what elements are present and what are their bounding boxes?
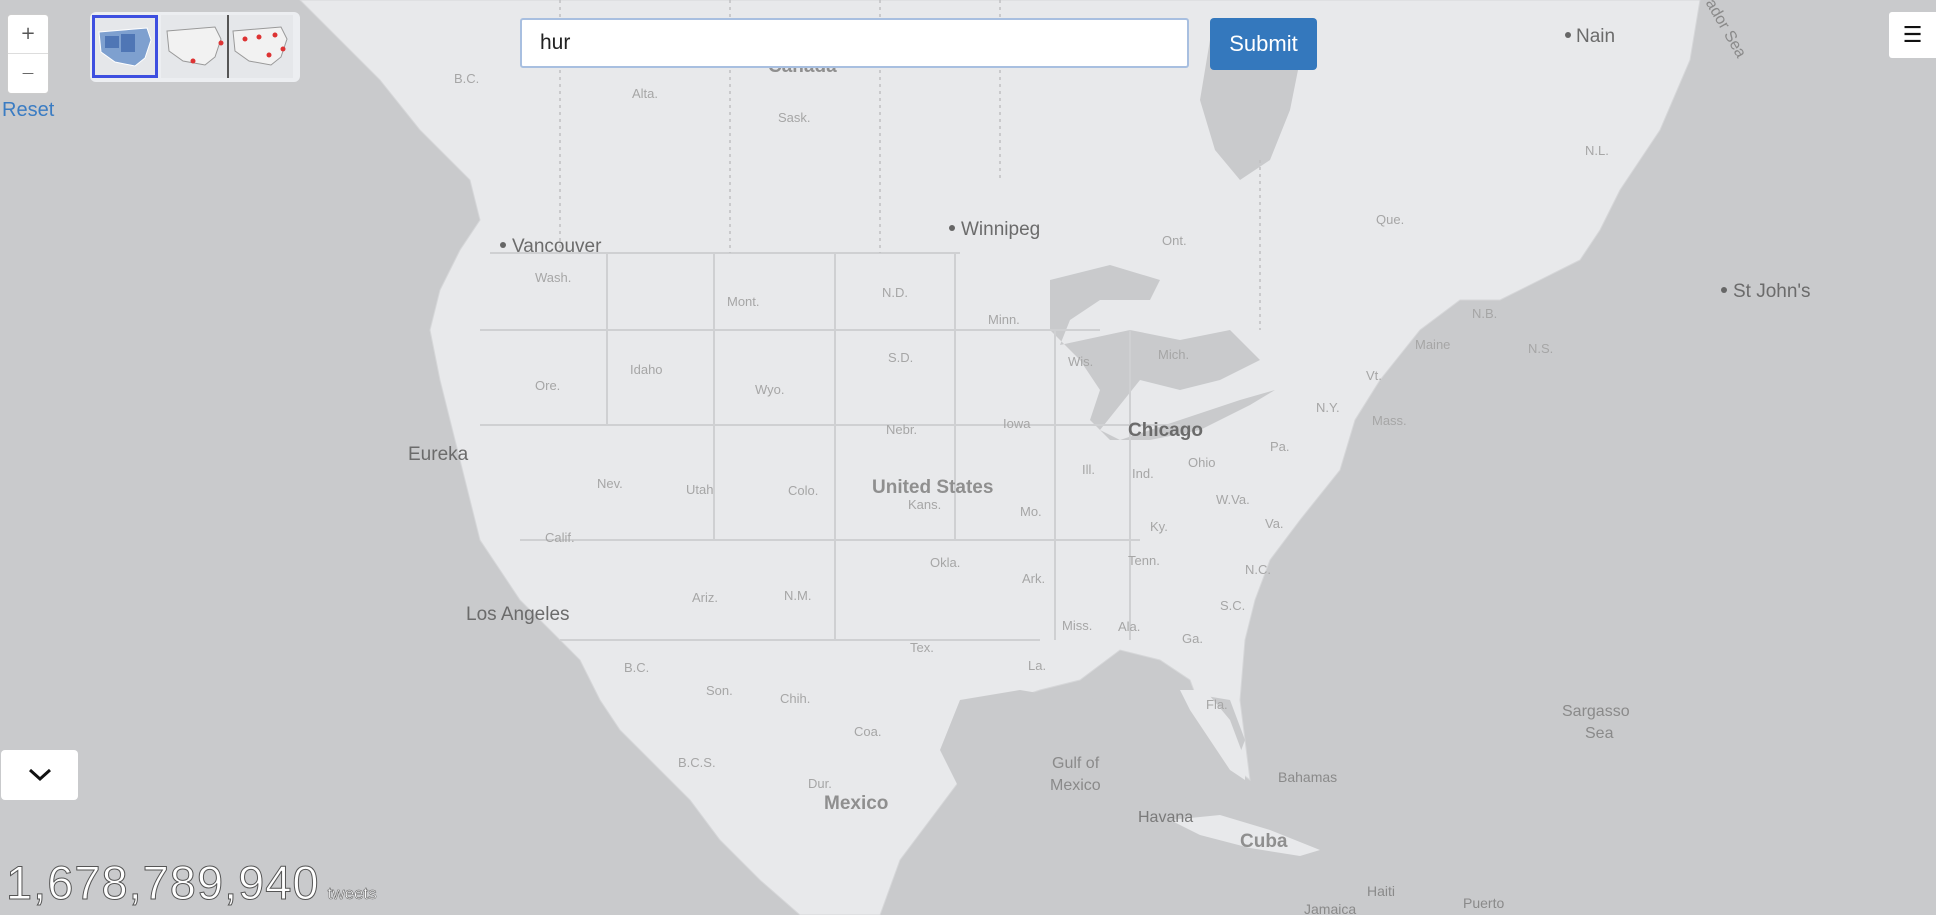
region-chih: Chih. [780,691,810,706]
tweet-count: 1,678,789,940 [6,856,320,910]
state-label-wyo: Wyo. [755,382,785,397]
state-label-calif: Calif. [545,530,575,545]
zoom-out-button[interactable]: — [8,53,48,92]
us-points-icon [166,26,224,66]
state-label-okla: Okla. [930,555,960,570]
state-label-iowa: Iowa [1003,416,1031,431]
search-input[interactable] [520,18,1189,68]
state-label-nebr: Nebr. [886,422,917,437]
city-nain: Nain [1576,26,1615,47]
zoom-in-button[interactable]: + [8,15,48,53]
basemap[interactable]: Nain Vancouver Winnipeg St John's Eureka… [0,0,1936,915]
region-alta: Alta. [632,86,658,101]
state-label-ind: Ind. [1132,466,1154,481]
state-label-fla: Fla. [1206,697,1228,712]
state-label-wis: Wis. [1068,354,1093,369]
city-vancouver: Vancouver [512,236,602,257]
state-label-ill: Ill. [1082,462,1095,477]
city-havana: Havana [1138,809,1193,826]
state-label-vt: Vt. [1366,368,1382,383]
water-sargasso-1: Sargasso [1562,703,1630,720]
region-bc-mx: B.C. [624,660,649,675]
region-jamaica: Jamaica [1304,901,1356,915]
state-label-nd: N.D. [882,285,908,300]
state-label-wva: W.Va. [1216,492,1250,507]
country-us: United States [872,477,993,498]
state-label-pa: Pa. [1270,439,1290,454]
state-label-nev: Nev. [597,476,623,491]
state-label-ark: Ark. [1022,571,1045,586]
city-chicago: Chicago [1128,420,1203,441]
city-eureka: Eureka [408,444,469,465]
state-label-maine: Maine [1415,337,1450,352]
water-gulf-2: Mexico [1050,777,1101,794]
region-dur: Dur. [808,776,832,791]
state-label-idaho: Idaho [630,362,663,377]
state-label-ny: N.Y. [1316,400,1340,415]
city-los-angeles: Los Angeles [466,604,570,625]
water-gulf-1: Gulf of [1052,755,1100,772]
state-label-utah: Utah [686,482,713,497]
state-label-tenn: Tenn. [1128,553,1160,568]
state-label-colo: Colo. [788,483,818,498]
state-label-wash: Wash. [535,270,571,285]
points-map-thumbnail[interactable] [161,15,227,78]
state-label-sc: S.C. [1220,598,1245,613]
region-puerto: Puerto [1463,895,1504,911]
region-coa: Coa. [854,724,881,739]
hamburger-icon: ☰ [1902,22,1923,48]
zoom-control: + — [7,14,49,94]
tweet-counter: 1,678,789,940 tweets [6,855,377,910]
state-label-tex: Tex. [910,640,934,655]
region-nb: N.B. [1472,306,1497,321]
state-label-mont: Mont. [727,294,760,309]
region-que: Que. [1376,212,1404,227]
state-label-ariz: Ariz. [692,590,718,605]
state-label-ore: Ore. [535,378,560,393]
state-label-kans: Kans. [908,497,941,512]
state-label-mo: Mo. [1020,504,1042,519]
layer-switcher [90,12,300,82]
state-label-mass: Mass. [1372,413,1407,428]
reset-link[interactable]: Reset [2,99,54,122]
menu-button[interactable]: ☰ [1889,12,1936,58]
city-winnipeg: Winnipeg [961,219,1040,240]
region-ont: Ont. [1162,233,1187,248]
expand-panel-button[interactable] [1,750,78,800]
us-grid-points-icon [232,26,288,66]
region-haiti: Haiti [1367,883,1395,899]
region-bcs: B.C.S. [678,755,716,770]
state-label-sd: S.D. [888,350,913,365]
state-label-nm: N.M. [784,588,811,603]
state-label-la: La. [1028,658,1046,673]
water-labrador-sea: rador Sea [1699,0,1749,61]
region-son: Son. [706,683,733,698]
country-mexico: Mexico [824,793,888,814]
state-label-minn: Minn. [988,312,1020,327]
tweet-count-unit: tweets [327,884,377,904]
region-sask: Sask. [778,110,811,125]
submit-button[interactable]: Submit [1210,18,1317,70]
state-label-va: Va. [1265,516,1284,531]
state-label-nc: N.C. [1245,562,1271,577]
state-label-ga: Ga. [1182,631,1203,646]
region-nl: N.L. [1585,143,1609,158]
region-bahamas: Bahamas [1278,769,1337,785]
water-sargasso-2: Sea [1585,725,1614,742]
grid-points-map-thumbnail[interactable] [227,15,293,78]
country-cuba: Cuba [1240,831,1288,852]
state-label-ky: Ky. [1150,519,1168,534]
region-ns: N.S. [1528,341,1553,356]
state-label-ala: Ala. [1118,619,1140,634]
region-bc: B.C. [454,71,479,86]
state-label-mich: Mich. [1158,347,1189,362]
city-st-johns: St John's [1733,281,1811,302]
state-label-miss: Miss. [1062,618,1092,633]
choropleth-map-thumbnail[interactable] [92,15,158,78]
state-label-ohio: Ohio [1188,455,1215,470]
us-choropleth-icon [98,27,152,67]
chevron-down-icon [28,768,51,782]
